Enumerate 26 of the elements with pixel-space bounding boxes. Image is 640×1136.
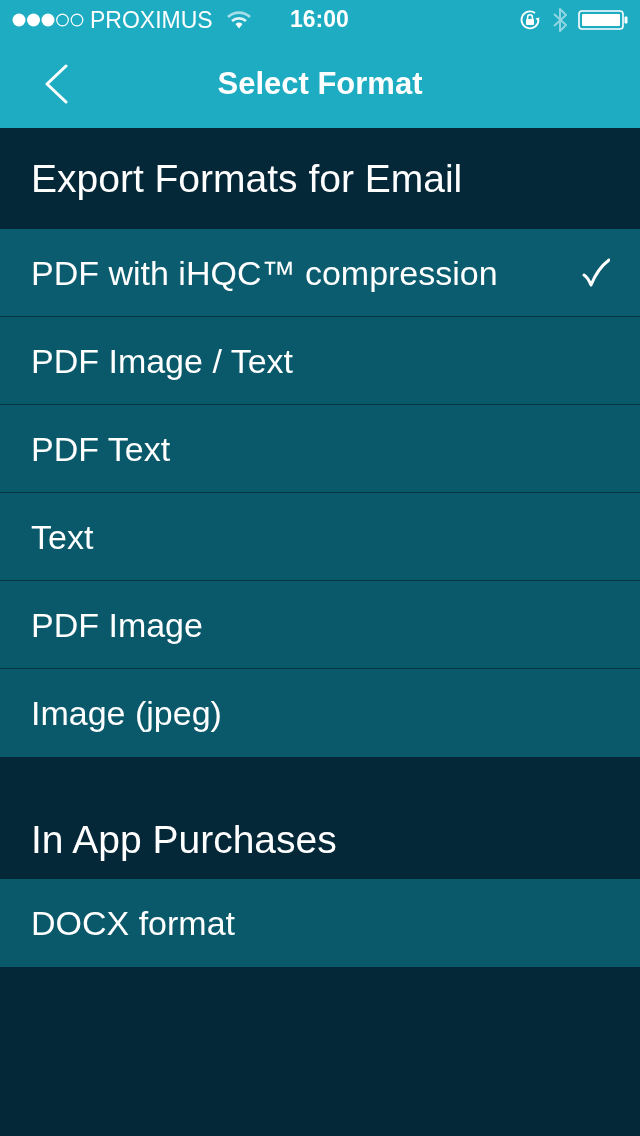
section-header: Export Formats for Email xyxy=(31,159,463,198)
format-option[interactable]: PDF Image / Text xyxy=(0,317,640,405)
carrier-name: PROXIMUS xyxy=(90,8,213,32)
format-option[interactable]: DOCX format xyxy=(0,879,640,967)
format-label: PDF Image / Text xyxy=(31,343,294,378)
signal-strength-icon xyxy=(12,13,84,27)
format-option[interactable]: Text xyxy=(0,493,640,581)
rotation-lock-icon xyxy=(518,8,542,32)
wifi-icon xyxy=(226,11,251,29)
back-chevron-icon xyxy=(44,64,68,104)
format-option[interactable]: PDF with iHQC™ compression xyxy=(0,229,640,317)
section-header: In App Purchases xyxy=(31,820,337,859)
battery-icon xyxy=(578,10,628,30)
screen-title: Select Format xyxy=(217,64,423,103)
format-label: PDF with iHQC™ compression xyxy=(31,255,498,290)
format-option[interactable]: Image (jpeg) xyxy=(0,669,640,757)
status-time: 16:00 xyxy=(290,8,349,31)
format-option[interactable]: PDF Image xyxy=(0,581,640,669)
format-label: DOCX format xyxy=(31,906,236,940)
format-label: PDF Image xyxy=(31,607,203,642)
checkmark-icon xyxy=(582,257,610,288)
bluetooth-icon xyxy=(552,6,568,34)
format-option[interactable]: PDF Text xyxy=(0,405,640,493)
format-label: PDF Text xyxy=(31,431,171,466)
format-label: Image (jpeg) xyxy=(31,696,222,730)
format-label: Text xyxy=(31,519,94,554)
